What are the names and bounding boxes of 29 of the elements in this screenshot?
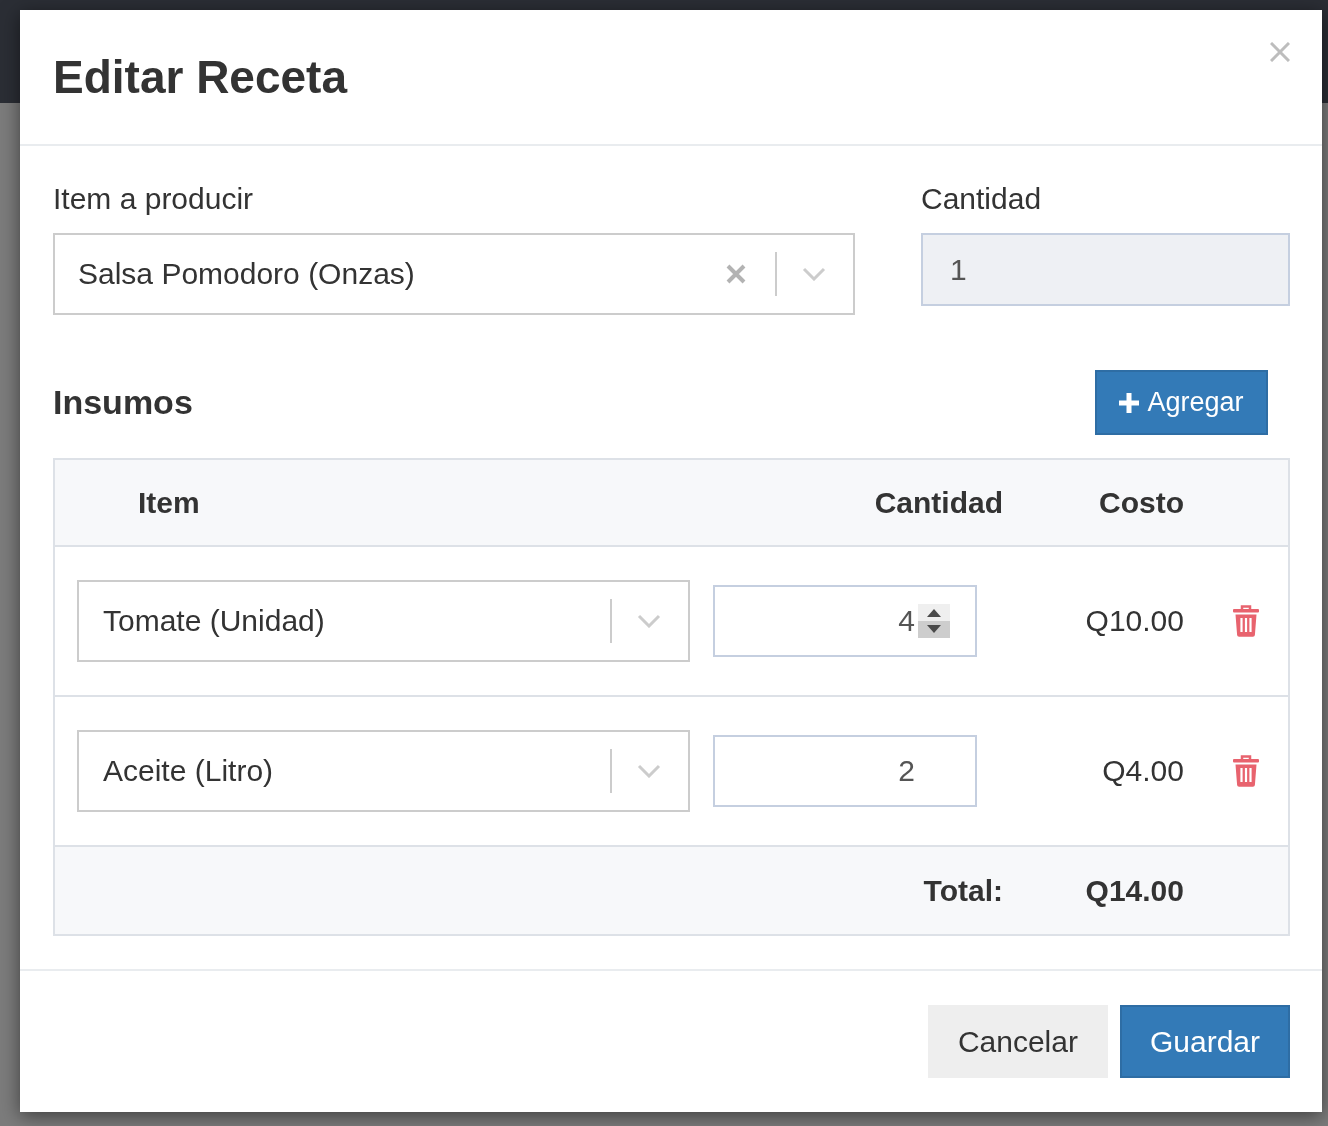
- field-label: Cantidad: [921, 181, 1043, 217]
- quantity-input: 1: [921, 233, 1290, 306]
- total-value: Q14.00: [1084, 873, 1184, 908]
- clear-icon[interactable]: [726, 264, 746, 284]
- stepper-arrows-icon[interactable]: [918, 604, 950, 638]
- save-button[interactable]: Guardar: [1119, 1005, 1290, 1078]
- section-heading: Insumos: [53, 383, 193, 422]
- cancel-button[interactable]: Cancelar: [927, 1005, 1108, 1078]
- quantity-input[interactable]: 2: [713, 735, 977, 807]
- cost-cell-text: Q4.00: [1101, 754, 1184, 788]
- add-button[interactable]: Agregar: [1095, 370, 1268, 435]
- chevron-down-icon[interactable]: [637, 764, 661, 778]
- close-icon[interactable]: [1270, 42, 1290, 62]
- dialog-title: Editar Receta: [53, 50, 347, 104]
- item-select[interactable]: Tomate (Unidad): [77, 580, 690, 662]
- plus-icon: [1119, 392, 1140, 413]
- item-select[interactable]: Aceite (Litro): [77, 730, 690, 812]
- product-select[interactable]: Salsa Pomodoro (Onzas): [53, 233, 855, 315]
- cost-cell-text: Q10.00: [1084, 604, 1184, 638]
- column-header: Costo: [1098, 485, 1184, 520]
- trash-icon[interactable]: [1233, 605, 1259, 637]
- chevron-down-icon[interactable]: [802, 267, 826, 281]
- chevron-down-icon[interactable]: [637, 614, 661, 628]
- column-header: Item: [137, 485, 201, 520]
- quantity-input[interactable]: 4: [713, 585, 977, 657]
- trash-icon[interactable]: [1233, 755, 1259, 787]
- column-header: Cantidad: [873, 485, 1003, 520]
- total-label: Total:: [922, 873, 1003, 908]
- field-label: Item a producir: [53, 181, 255, 217]
